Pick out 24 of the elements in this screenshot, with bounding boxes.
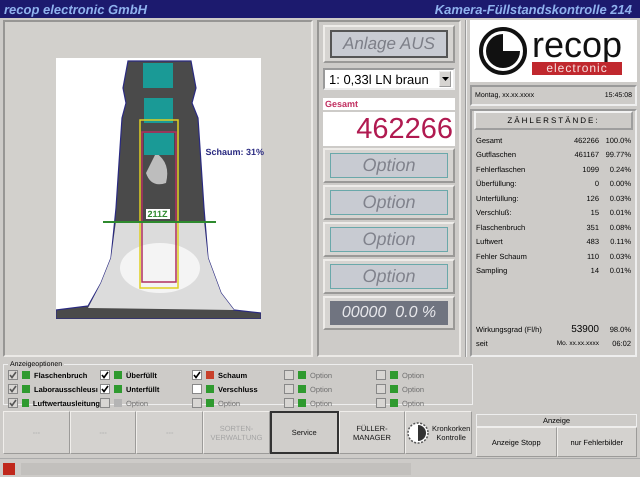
plant-status-display: Anlage AUS: [330, 30, 448, 58]
product-select[interactable]: 1: 0,33l LN braun: [323, 68, 455, 90]
fill-level-label: 211Z: [146, 209, 170, 219]
counter-display: 00000 0.0 %: [330, 301, 448, 325]
option-button[interactable]: Option: [330, 190, 448, 215]
option-button[interactable]: Option: [330, 264, 448, 289]
checkbox[interactable]: [100, 384, 110, 394]
option-button[interactable]: Option: [330, 153, 448, 178]
total-count: 462266: [323, 112, 455, 146]
option-button[interactable]: Option: [330, 227, 448, 252]
checkbox[interactable]: [192, 370, 202, 380]
total-label: Gesamt: [323, 98, 455, 110]
checkbox[interactable]: [100, 370, 110, 380]
window-title: recop electronic GmbH: [4, 2, 148, 16]
window-title: Kamera-Füllstandskontrolle 214: [434, 2, 632, 16]
efficiency-value: 53900: [570, 324, 599, 335]
foam-reading: Schaum: 31%: [206, 147, 264, 157]
dial-icon: [406, 422, 429, 444]
camera-lens-icon: [478, 26, 528, 76]
logo-text: recop: [532, 28, 622, 62]
checkbox[interactable]: [192, 384, 202, 394]
logo-subtitle: electronic: [532, 62, 622, 74]
alarm-icon: [3, 462, 15, 474]
counters-title: ZÄHLERSTÄNDE:: [474, 111, 633, 130]
